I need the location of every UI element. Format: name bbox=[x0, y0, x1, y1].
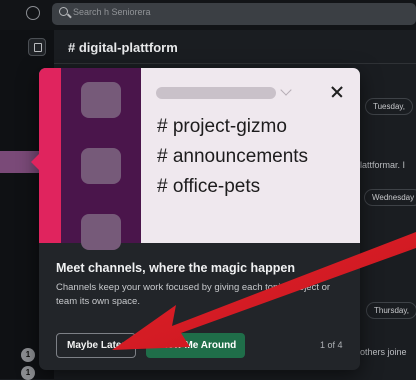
chevron-down-icon bbox=[280, 84, 292, 96]
example-channel: # announcements bbox=[157, 146, 309, 167]
channel-header: # digital-plattform bbox=[54, 30, 416, 64]
illustration-tile bbox=[81, 214, 121, 250]
message-snippet: lattformar. I bbox=[360, 160, 406, 170]
date-divider-tuesday[interactable]: Tuesday, bbox=[365, 98, 414, 115]
history-icon[interactable] bbox=[26, 6, 40, 20]
channels-onboarding-modal: # project-gizmo # announcements # office… bbox=[39, 68, 360, 370]
date-divider-wednesday[interactable]: Wednesday bbox=[364, 189, 416, 206]
unread-badge[interactable]: 1 bbox=[21, 366, 35, 380]
illustration-accent bbox=[39, 68, 61, 243]
example-channel: # office-pets bbox=[157, 176, 261, 197]
compose-icon[interactable] bbox=[28, 38, 46, 56]
modal-title: Meet channels, where the magic happen bbox=[56, 261, 295, 275]
unread-badge[interactable]: 1 bbox=[21, 348, 35, 362]
example-channel: # project-gizmo bbox=[157, 116, 287, 137]
sidebar-selected-item[interactable] bbox=[0, 151, 40, 173]
date-divider-thursday[interactable]: Thursday, bbox=[366, 302, 416, 319]
message-snippet-joined: others joine bbox=[360, 347, 407, 357]
modal-description: Channels keep your work focused by givin… bbox=[56, 282, 331, 307]
illustration-workspace-pill bbox=[156, 87, 276, 99]
search-placeholder: Search h Seniorera bbox=[73, 7, 151, 17]
show-me-around-button[interactable]: Show Me Around bbox=[146, 333, 246, 358]
step-counter: 1 of 4 bbox=[320, 340, 343, 350]
search-icon bbox=[59, 7, 68, 16]
close-icon[interactable] bbox=[326, 81, 348, 103]
illustration-tile bbox=[81, 148, 121, 184]
illustration-tile bbox=[81, 82, 121, 118]
search-input[interactable]: Search h Seniorera bbox=[52, 3, 416, 25]
channel-title[interactable]: # digital-plattform bbox=[68, 40, 178, 55]
maybe-later-button[interactable]: Maybe Later bbox=[56, 333, 137, 358]
modal-illustration: # project-gizmo # announcements # office… bbox=[39, 68, 360, 250]
top-bar: Search h Seniorera bbox=[0, 0, 416, 30]
